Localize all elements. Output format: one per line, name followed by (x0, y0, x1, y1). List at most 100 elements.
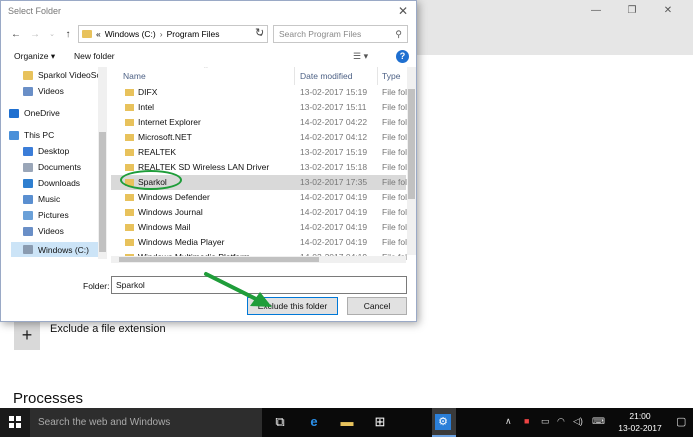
breadcrumb-separator-icon[interactable]: › (160, 29, 163, 39)
file-name: DIFX (138, 87, 158, 97)
taskbar: Search the web and Windows ⧉ e ▬ ⊞ ⚙ ∧ ■… (0, 408, 693, 437)
horizontal-scroll-thumb[interactable] (119, 257, 319, 262)
column-header-date[interactable]: Date modified (300, 67, 352, 85)
settings-taskbar-item[interactable]: ⚙ (432, 408, 456, 437)
battery-warning-icon[interactable]: ■ (524, 416, 529, 426)
file-explorer-icon[interactable]: ▬ (338, 413, 356, 431)
nav-pane-item[interactable]: Windows (C:) (11, 242, 98, 257)
keyboard-icon[interactable]: ⌨ (592, 416, 605, 427)
file-list-vertical-scrollbar[interactable] (407, 67, 416, 255)
file-row[interactable]: Internet Explorer 14-02-2017 04:22 File fo… (111, 115, 407, 130)
exclude-file-extension-option[interactable]: + Exclude a file extension (14, 320, 166, 350)
downloads-icon (23, 178, 33, 188)
store-icon[interactable]: ⊞ (371, 413, 389, 431)
file-name: Windows Media Player (138, 237, 225, 247)
action-center-icon[interactable]: ▢ (676, 415, 686, 428)
nav-pane-item[interactable]: This PC (9, 130, 54, 140)
nav-pane-item[interactable]: Documents (23, 162, 81, 172)
minimize-icon[interactable]: — (589, 5, 603, 16)
maximize-icon[interactable]: ❐ (625, 5, 639, 16)
help-icon[interactable]: ? (396, 50, 409, 63)
file-date: 14-02-2017 04:19 (300, 207, 368, 217)
refresh-icon[interactable]: ↻ (255, 26, 264, 39)
nav-pane-item[interactable]: Sparkol VideoSc (23, 70, 101, 80)
file-name: Windows Journal (138, 207, 203, 217)
taskbar-clock[interactable]: 21:00 13-02-2017 (610, 410, 670, 434)
file-type: File fol (382, 87, 408, 97)
vertical-scroll-thumb[interactable] (408, 89, 415, 199)
file-row[interactable]: Windows Media Player 14-02-2017 04:19 File… (111, 235, 407, 250)
dialog-close-icon[interactable]: ✕ (398, 1, 408, 21)
file-date: 13-02-2017 17:35 (300, 177, 368, 187)
cloud-icon (9, 108, 19, 118)
folder-icon (125, 194, 134, 201)
search-input[interactable]: Search Program Files ⚲ (273, 25, 408, 43)
processes-heading: Processes (13, 390, 84, 407)
column-header-name[interactable]: Name (123, 67, 146, 85)
recent-dropdown-icon[interactable]: ⌄ (45, 30, 59, 38)
clock-time: 21:00 (629, 411, 651, 421)
column-divider[interactable] (377, 67, 378, 85)
navigation-pane: Windows (C:) Videos Pictures Music Downloads… (1, 67, 109, 259)
pictures-icon (23, 210, 33, 220)
file-list: Windows Multimedia Platform14-02-2017 04… (111, 67, 416, 263)
videos-icon (23, 226, 33, 236)
nav-pane-item[interactable]: Music (23, 194, 60, 204)
column-divider[interactable] (294, 67, 295, 85)
folder-label: Folder: (83, 281, 110, 291)
highlight-ellipse (120, 170, 182, 190)
file-name: Microsoft.NET (138, 132, 192, 142)
settings-gear-icon: ⚙ (435, 414, 451, 430)
file-type: File fol (382, 147, 408, 157)
plus-icon[interactable]: + (14, 320, 40, 350)
file-row[interactable]: DIFX 13-02-2017 15:19 File fol (111, 85, 408, 100)
nav-pane-item[interactable]: Desktop (23, 146, 69, 156)
address-bar[interactable]: « Windows (C:) › Program Files ⌄ (78, 25, 268, 43)
file-row[interactable]: REALTEK 13-02-2017 15:19 File fol (111, 145, 408, 160)
new-folder-button[interactable]: New folder (74, 51, 115, 61)
back-arrow-icon[interactable]: ← (9, 29, 23, 40)
organize-button[interactable]: Organize ▾ (14, 51, 55, 62)
edge-browser-icon[interactable]: e (305, 413, 323, 431)
drive-icon (23, 245, 33, 254)
nav-pane-item-label: Sparkol VideoSc (38, 70, 101, 80)
file-row[interactable]: Microsoft.NET 14-02-2017 04:12 File fol (111, 130, 407, 145)
show-hidden-icons-icon[interactable]: ∧ (505, 416, 512, 427)
close-icon[interactable]: ✕ (661, 5, 675, 16)
breadcrumb-folder[interactable]: Program Files (167, 29, 220, 39)
column-header-type[interactable]: Type (382, 67, 400, 85)
forward-arrow-icon[interactable]: → (28, 29, 42, 40)
view-options-icon[interactable]: ☰ ▾ (353, 51, 368, 62)
nav-pane-item[interactable]: Pictures (23, 210, 69, 220)
folder-icon (23, 70, 33, 80)
breadcrumb-drive[interactable]: Windows (C:) (105, 29, 156, 39)
wifi-icon[interactable]: ◠ (557, 416, 565, 427)
cancel-button[interactable]: Cancel (347, 297, 407, 315)
volume-icon[interactable]: ◁) (573, 416, 583, 427)
nav-pane-item-label: Pictures (38, 210, 69, 220)
nav-pane-item[interactable]: Videos (23, 86, 64, 96)
nav-pane-item[interactable]: Downloads (23, 178, 80, 188)
battery-icon[interactable]: ▭ (541, 416, 550, 427)
file-row[interactable]: Intel 13-02-2017 15:11 File fol (111, 100, 407, 115)
nav-pane-item-label: OneDrive (24, 108, 60, 118)
nav-pane-item[interactable]: OneDrive (9, 108, 60, 118)
file-row[interactable]: Windows Mail 14-02-2017 04:19 File fol (111, 220, 407, 235)
folder-icon (82, 30, 92, 38)
nav-pane-scroll-thumb[interactable] (99, 132, 106, 252)
nav-pane-scrollbar[interactable] (98, 67, 107, 259)
address-overflow[interactable]: « (96, 29, 101, 39)
taskbar-search-box[interactable]: Search the web and Windows (30, 408, 262, 437)
up-arrow-icon[interactable]: ↑ (61, 29, 75, 40)
nav-pane-item-label: Desktop (38, 146, 70, 156)
start-button[interactable] (0, 408, 30, 437)
file-row[interactable]: Windows Journal 14-02-2017 04:19 File fol (111, 205, 407, 220)
task-view-icon[interactable]: ⧉ (271, 413, 289, 431)
nav-pane-item[interactable]: Videos (23, 226, 64, 236)
file-name: REALTEK (138, 147, 177, 157)
clock-date: 13-02-2017 (618, 423, 662, 433)
file-type: File fol (382, 177, 408, 187)
file-row[interactable]: Windows Defender 14-02-2017 04:19 File fol (111, 190, 407, 205)
search-icon: ⚲ (395, 29, 402, 39)
file-list-horizontal-scrollbar[interactable] (111, 256, 406, 263)
